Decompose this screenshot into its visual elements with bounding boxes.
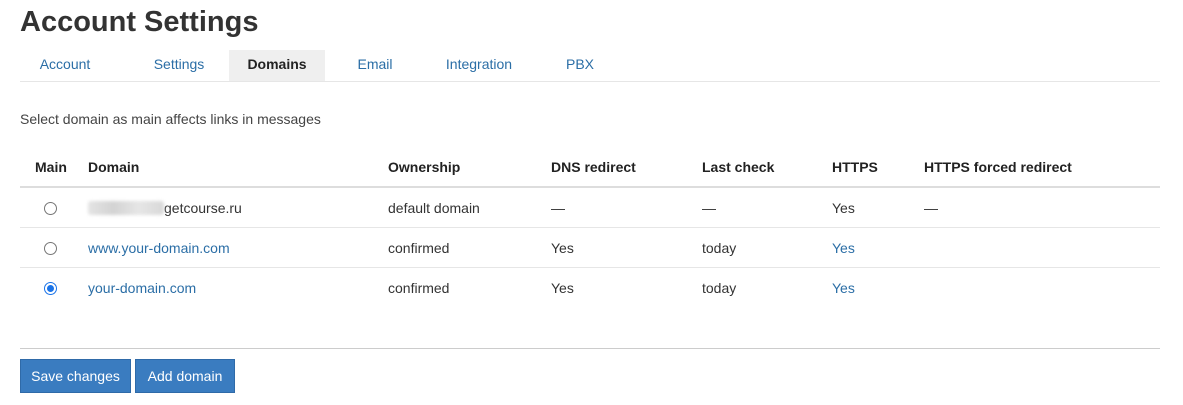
domain-link[interactable]: www.your-domain.com bbox=[88, 240, 230, 256]
main-domain-radio[interactable] bbox=[44, 202, 57, 215]
ownership-cell: confirmed bbox=[388, 240, 450, 256]
column-header-dns-redirect: DNS redirect bbox=[551, 159, 636, 175]
main-domain-radio[interactable] bbox=[44, 242, 57, 255]
footer-divider bbox=[20, 348, 1160, 349]
domain-cell: getcourse.ru bbox=[88, 200, 242, 216]
ownership-cell: confirmed bbox=[388, 280, 450, 296]
tab-email[interactable]: Email bbox=[345, 50, 405, 81]
column-header-domain: Domain bbox=[88, 159, 140, 175]
https-link[interactable]: Yes bbox=[832, 280, 855, 296]
table-row: getcourse.ru default domain — — Yes — bbox=[20, 188, 1160, 228]
last-check-cell: — bbox=[702, 200, 716, 216]
save-changes-button[interactable]: Save changes bbox=[20, 359, 131, 393]
main-domain-radio[interactable] bbox=[44, 282, 57, 295]
tab-domains[interactable]: Domains bbox=[229, 50, 325, 81]
column-header-last-check: Last check bbox=[702, 159, 775, 175]
table-row: your-domain.com confirmed Yes today Yes bbox=[20, 268, 1160, 308]
column-header-https-forced-redirect: HTTPS forced redirect bbox=[924, 159, 1072, 175]
last-check-cell: today bbox=[702, 280, 737, 296]
last-check-cell: today bbox=[702, 240, 737, 256]
dns-redirect-cell: Yes bbox=[551, 280, 574, 296]
column-header-main: Main bbox=[35, 159, 67, 175]
column-header-https: HTTPS bbox=[832, 159, 878, 175]
https-forced-redirect-cell: — bbox=[924, 200, 938, 216]
page-title: Account Settings bbox=[20, 6, 259, 38]
column-header-ownership: Ownership bbox=[388, 159, 461, 175]
tab-account[interactable]: Account bbox=[20, 50, 110, 81]
add-domain-button[interactable]: Add domain bbox=[135, 359, 235, 393]
dns-redirect-cell: Yes bbox=[551, 240, 574, 256]
domain-text: getcourse.ru bbox=[164, 200, 242, 216]
domain-hint-text: Select domain as main affects links in m… bbox=[20, 111, 321, 127]
ownership-cell: default domain bbox=[388, 200, 480, 216]
tab-pbx[interactable]: PBX bbox=[560, 50, 600, 81]
tab-bar: Account Settings Domains Email Integrati… bbox=[20, 50, 1160, 82]
tab-settings[interactable]: Settings bbox=[130, 50, 228, 81]
domain-link[interactable]: your-domain.com bbox=[88, 280, 196, 296]
dns-redirect-cell: — bbox=[551, 200, 565, 216]
tab-integration[interactable]: Integration bbox=[434, 50, 524, 81]
table-row: www.your-domain.com confirmed Yes today … bbox=[20, 228, 1160, 268]
redacted-subdomain bbox=[88, 201, 164, 215]
https-cell: Yes bbox=[832, 200, 855, 216]
https-link[interactable]: Yes bbox=[832, 240, 855, 256]
